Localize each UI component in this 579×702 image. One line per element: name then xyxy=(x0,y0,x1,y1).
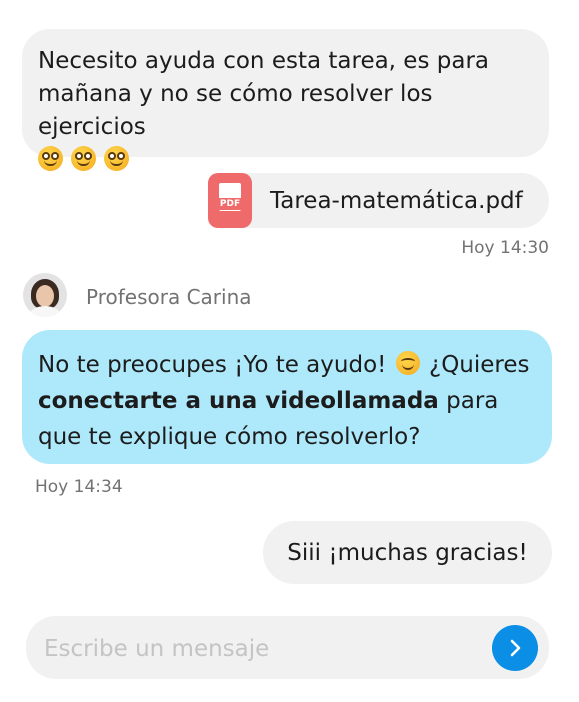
avatar xyxy=(23,273,67,317)
reply-text-bold: conectarte a una videollamada xyxy=(38,388,439,414)
send-button[interactable] xyxy=(492,625,538,671)
smiling-face-icon xyxy=(395,351,420,375)
file-attachment[interactable]: PDF Tarea-matemática.pdf xyxy=(208,173,549,228)
message-bubble-outgoing: Necesito ayuda con esta tarea, es para m… xyxy=(22,29,549,171)
pdf-file-icon: PDF xyxy=(208,173,252,228)
message-text: Siii ¡muchas gracias! xyxy=(287,539,528,566)
message-bubble-incoming: No te preocupes ¡Yo te ayudo! ¿Quieres c… xyxy=(22,330,552,464)
reply-text-part2: ¿Quieres xyxy=(428,352,530,378)
message-bubble-outgoing: Siii ¡muchas gracias! xyxy=(263,521,552,584)
reply-text-part1: No te preocupes ¡Yo te ayudo! xyxy=(38,352,387,378)
file-name[interactable]: Tarea-matemática.pdf xyxy=(270,188,523,214)
woozy-face-icon xyxy=(38,146,63,171)
pdf-icon-label: PDF xyxy=(217,198,243,210)
sender-name: Profesora Carina xyxy=(86,285,252,309)
woozy-face-icon xyxy=(104,146,129,171)
woozy-face-icon xyxy=(71,146,96,171)
message-timestamp: Hoy 14:34 xyxy=(35,477,123,497)
chevron-right-icon xyxy=(510,639,521,657)
message-text: Necesito ayuda con esta tarea, es para m… xyxy=(38,48,489,140)
emoji-row xyxy=(38,146,533,171)
message-timestamp: Hoy 14:30 xyxy=(461,238,549,258)
message-input[interactable] xyxy=(42,616,486,681)
message-composer xyxy=(26,616,549,681)
